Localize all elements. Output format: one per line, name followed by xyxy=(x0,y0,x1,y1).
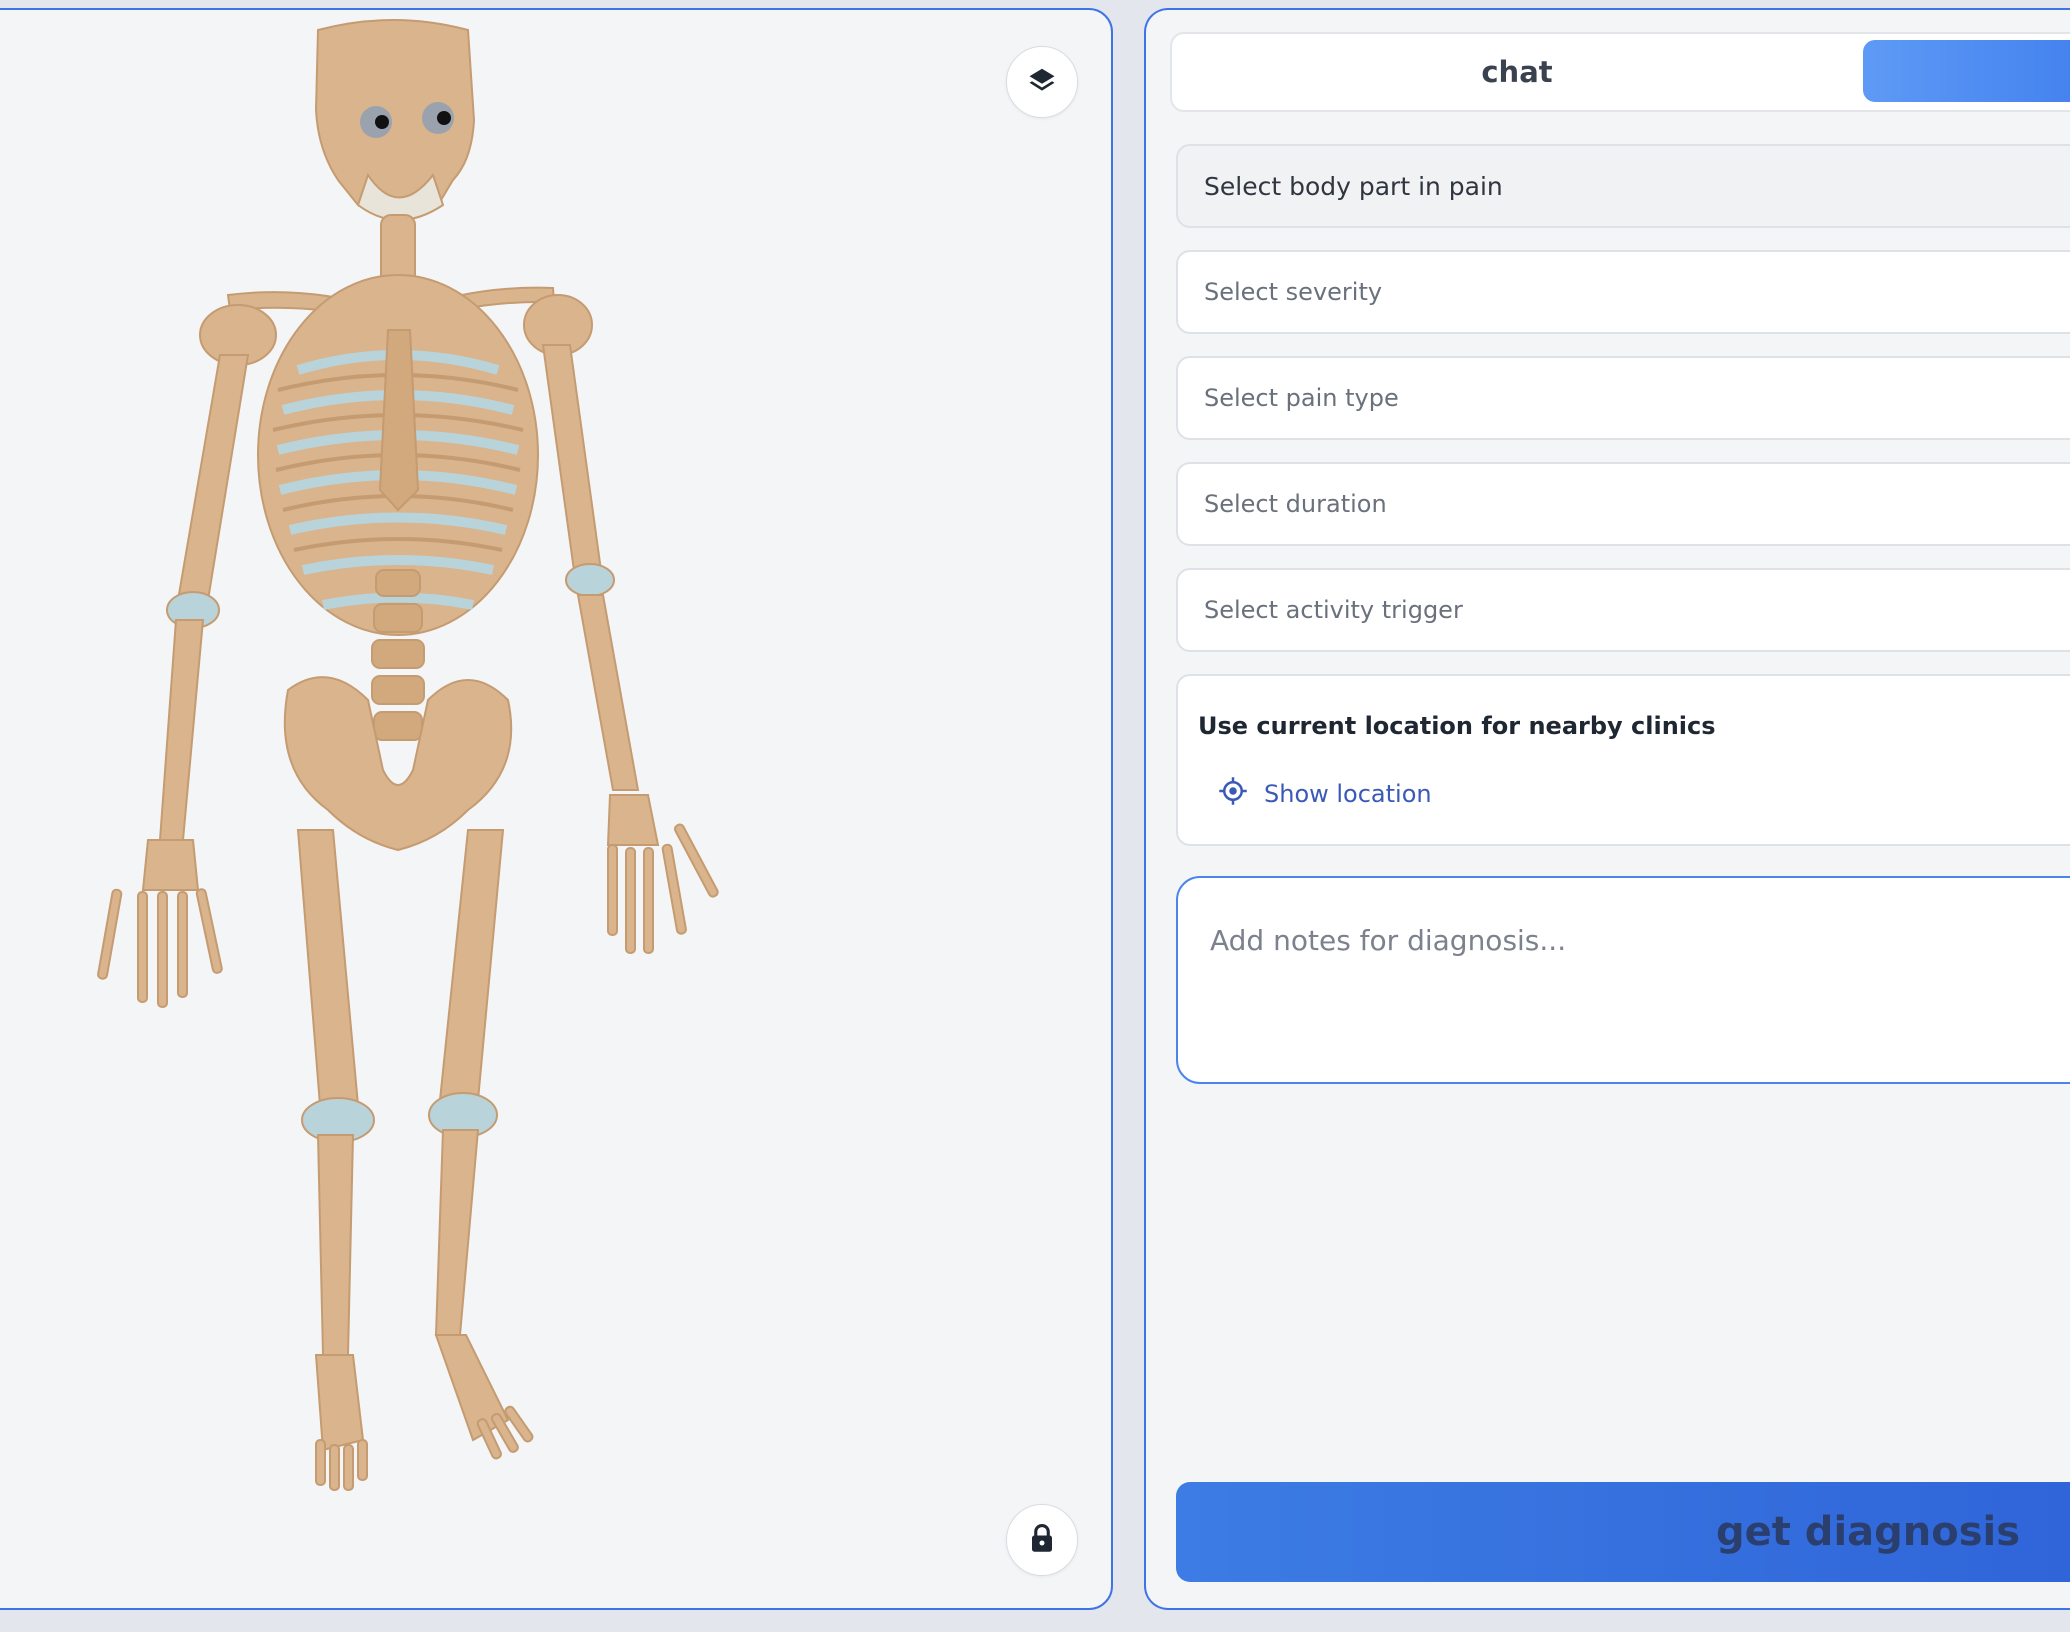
lock-icon xyxy=(1029,1523,1055,1557)
show-location-button[interactable]: Show location xyxy=(1218,776,1432,812)
sternum xyxy=(378,329,420,512)
location-title: Use current location for nearby clinics xyxy=(1198,712,1716,740)
mode-tabs: chat xyxy=(1170,32,2070,112)
show-location-label: Show location xyxy=(1264,780,1432,808)
crosshair-icon xyxy=(1218,776,1248,812)
skeleton-viewer[interactable] xyxy=(0,8,1113,1610)
right-forearm xyxy=(576,594,640,791)
get-diagnosis-button[interactable]: get diagnosis xyxy=(1176,1482,2070,1582)
diagnosis-panel: chat Select body part in pain Select sev… xyxy=(1144,8,2070,1610)
right-tibia xyxy=(434,1129,480,1336)
right-foot xyxy=(434,1334,534,1460)
right-femur xyxy=(438,829,505,1101)
left-tibia xyxy=(316,1134,355,1356)
left-forearm xyxy=(158,619,205,841)
severity-select[interactable]: Select severity xyxy=(1176,250,2070,334)
layers-button[interactable] xyxy=(1006,46,1078,118)
right-humerus xyxy=(541,344,605,586)
layers-icon xyxy=(1027,65,1057,99)
notes-field[interactable] xyxy=(1176,876,2070,1084)
left-femur xyxy=(296,829,360,1106)
tab-active[interactable] xyxy=(1863,40,2070,102)
right-hand xyxy=(606,794,719,954)
left-hand xyxy=(97,839,223,1008)
body-part-select[interactable]: Select body part in pain xyxy=(1176,144,2070,228)
left-humerus xyxy=(176,354,250,601)
tab-chat[interactable]: chat xyxy=(1172,34,1862,110)
skeleton-model[interactable] xyxy=(0,10,1113,1610)
duration-select[interactable]: Select duration xyxy=(1176,462,2070,546)
left-foot xyxy=(314,1354,368,1491)
activity-trigger-select[interactable]: Select activity trigger xyxy=(1176,568,2070,652)
pain-type-select[interactable]: Select pain type xyxy=(1176,356,2070,440)
location-card: Use current location for nearby clinics … xyxy=(1176,674,2070,846)
lock-button[interactable] xyxy=(1006,1504,1078,1576)
